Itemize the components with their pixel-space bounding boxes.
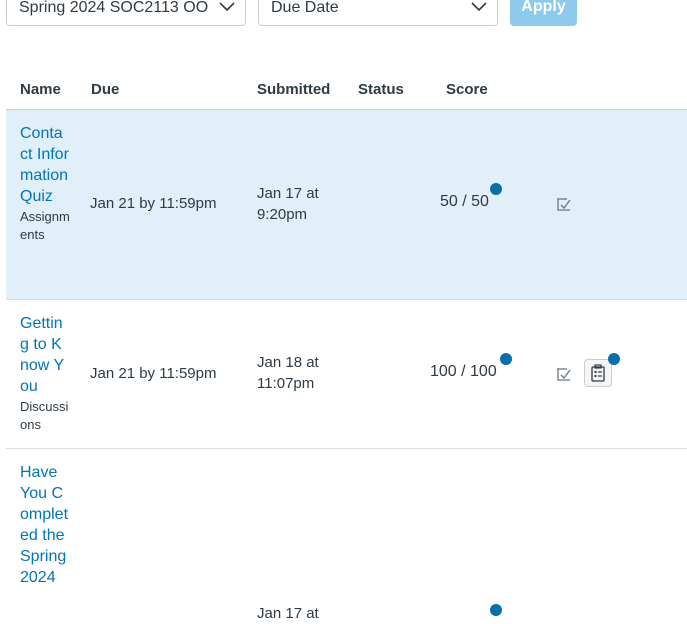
assignment-context: Assignments bbox=[20, 209, 70, 242]
score: 50 / 50 bbox=[440, 193, 489, 210]
rubric-checkmark-icon[interactable] bbox=[555, 195, 573, 213]
name-cell: Have You Completed the Spring 2024 bbox=[20, 462, 70, 588]
course-select-value: Spring 2024 SOC2113 OO bbox=[19, 0, 209, 16]
submitted-date: Jan 17 at 9:20pm bbox=[257, 185, 319, 223]
chevron-down-icon bbox=[219, 2, 235, 12]
submitted-date: Jan 18 at 11:07pm bbox=[257, 354, 319, 392]
rubric-button[interactable] bbox=[584, 359, 612, 387]
name-cell: Contact Information Quiz Assignments bbox=[20, 123, 70, 244]
column-header-submitted[interactable]: Submitted bbox=[257, 81, 330, 98]
course-select[interactable]: Spring 2024 SOC2113 OO bbox=[6, 0, 246, 26]
apply-button[interactable]: Apply bbox=[510, 0, 577, 26]
due-date: Jan 21 by 11:59pm bbox=[90, 195, 217, 212]
assignment-link[interactable]: Have You Completed the Spring 2024 bbox=[20, 462, 70, 588]
name-cell: Getting to Know You Discussions bbox=[20, 313, 70, 434]
clipboard-icon bbox=[591, 364, 605, 382]
column-header-due[interactable]: Due bbox=[91, 81, 119, 98]
unread-dot-icon bbox=[608, 353, 620, 365]
unread-dot-icon bbox=[490, 604, 502, 616]
column-header-score[interactable]: Score bbox=[446, 81, 488, 98]
assignment-link[interactable]: Contact Information Quiz bbox=[20, 123, 70, 207]
score: 100 / 100 bbox=[430, 363, 497, 380]
chevron-down-icon bbox=[471, 2, 487, 12]
sort-select-value: Due Date bbox=[271, 0, 339, 16]
unread-dot-icon bbox=[500, 353, 512, 365]
sort-select[interactable]: Due Date bbox=[258, 0, 498, 26]
assignment-link[interactable]: Getting to Know You bbox=[20, 313, 70, 397]
table-row: Contact Information Quiz Assignments Jan… bbox=[6, 110, 687, 300]
column-header-name[interactable]: Name bbox=[20, 81, 61, 98]
due-date: Jan 21 by 11:59pm bbox=[90, 365, 217, 382]
table-row: Have You Completed the Spring 2024 Jan 1… bbox=[6, 449, 687, 622]
column-header-status[interactable]: Status bbox=[358, 81, 404, 98]
rubric-checkmark-icon[interactable] bbox=[555, 365, 573, 383]
unread-dot-icon bbox=[490, 183, 502, 195]
assignment-context: Discussions bbox=[20, 399, 69, 432]
table-row: Getting to Know You Discussions Jan 21 b… bbox=[6, 300, 687, 449]
